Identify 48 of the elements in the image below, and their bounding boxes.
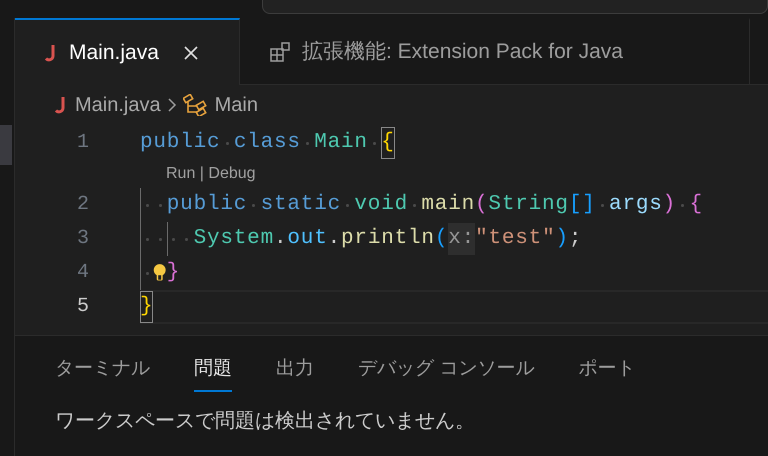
java-icon — [45, 44, 57, 62]
code-token: System — [194, 226, 274, 252]
class-icon — [182, 94, 207, 116]
line-number: 5 — [76, 294, 90, 320]
code-token: ) — [662, 192, 676, 218]
code-token: { — [381, 127, 395, 159]
code-token: ; — [568, 226, 582, 252]
close-icon[interactable] — [182, 44, 199, 60]
editor-tab[interactable]: Main.java — [15, 18, 240, 85]
activity-bar-indicator — [0, 125, 12, 165]
line-number: 3 — [76, 226, 90, 252]
breadcrumb-item[interactable]: Main — [182, 90, 258, 120]
code-token: x: — [448, 223, 476, 255]
code-token: args — [609, 192, 663, 218]
line-number: 4 — [76, 260, 90, 286]
codelens-link[interactable]: Run | Debug — [166, 162, 256, 186]
breadcrumb-item[interactable]: Main.java — [55, 90, 161, 120]
code-token: String — [488, 192, 569, 218]
code-token: static — [260, 192, 342, 218]
code-token: class — [234, 130, 301, 156]
code-token: ( — [434, 226, 448, 252]
code-token: "test" — [475, 226, 556, 252]
code-token: . — [274, 226, 288, 252]
code-token: out — [287, 226, 328, 252]
code-token: . — [328, 226, 342, 252]
code-token: println — [341, 226, 435, 252]
line-number: 1 — [76, 130, 90, 156]
java-icon — [55, 96, 67, 114]
panel-tab[interactable]: デバッグ コンソール — [358, 355, 534, 392]
extensions-icon — [270, 42, 290, 62]
code-token: main — [421, 192, 476, 218]
code-token: public — [166, 192, 248, 218]
line-number: 2 — [76, 192, 90, 218]
panel-tab[interactable]: 問題 — [194, 355, 232, 392]
code-token: [] — [568, 192, 596, 218]
code-token: } — [140, 291, 154, 323]
code-token: void — [354, 192, 408, 218]
panel-tab[interactable]: 出力 — [276, 355, 314, 392]
code-token: Main — [314, 130, 368, 156]
code-token: { — [689, 192, 703, 218]
code-token: ( — [475, 192, 488, 218]
panel-tab[interactable]: ターミナル — [55, 355, 150, 392]
chevron-right-icon — [166, 97, 177, 113]
code-token: public — [140, 130, 220, 156]
panel-message: ワークスペースで問題は検出されていません。 — [55, 408, 476, 434]
code-token: ) — [555, 226, 569, 252]
panel-tab[interactable]: ポート — [578, 355, 636, 392]
code-token: } — [166, 260, 180, 286]
